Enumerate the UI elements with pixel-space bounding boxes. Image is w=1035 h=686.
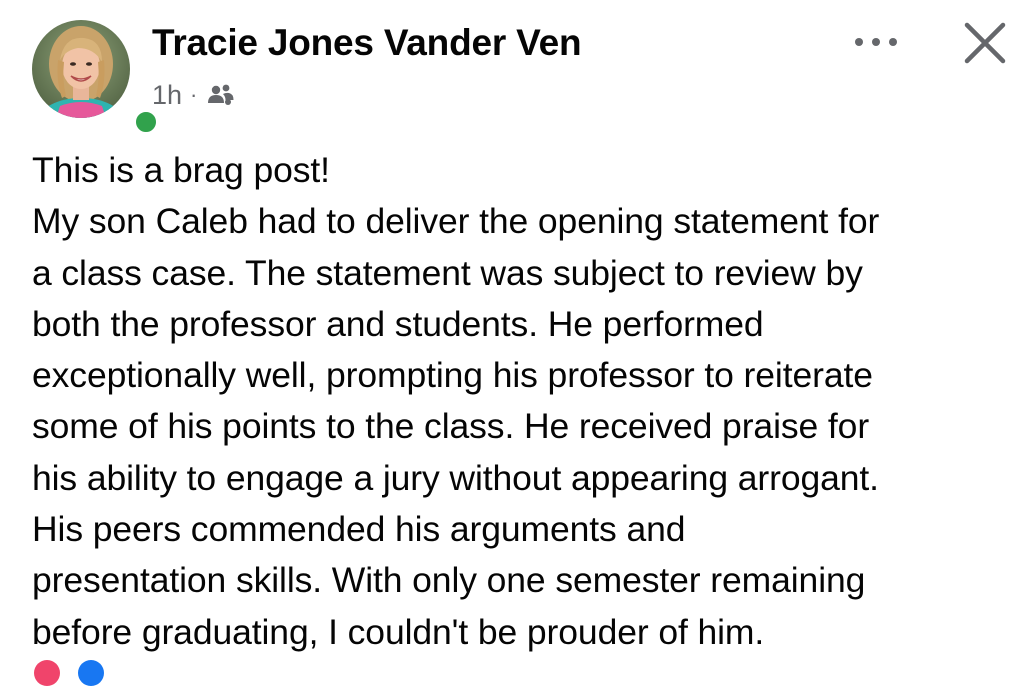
post-text-line: My son Caleb had to deliver the opening … bbox=[32, 201, 880, 242]
online-status-indicator bbox=[132, 108, 160, 136]
post-meta: 1h · bbox=[152, 78, 235, 112]
post-timestamp[interactable]: 1h bbox=[152, 80, 182, 111]
post-text-line: a class case. The statement was subject … bbox=[32, 252, 863, 293]
post-text-line: This is a brag post! bbox=[32, 150, 330, 190]
love-reaction-icon bbox=[34, 660, 60, 686]
author-avatar[interactable] bbox=[32, 20, 160, 136]
post-text-line: before graduating, I couldn't be prouder… bbox=[32, 611, 765, 652]
more-options-button[interactable] bbox=[846, 22, 906, 62]
post-text-line: exceptionally well, prompting his profes… bbox=[32, 355, 873, 396]
facebook-post: Tracie Jones Vander Ven 1h · This is a b… bbox=[0, 0, 1035, 686]
close-icon bbox=[964, 22, 1006, 64]
post-body-text: This is a brag post! My son Caleb had to… bbox=[32, 145, 1022, 658]
post-text-line: his ability to engage a jury without app… bbox=[32, 457, 879, 498]
close-post-button[interactable] bbox=[958, 16, 1012, 70]
avatar-photo bbox=[32, 20, 130, 118]
post-text-line: His peers commended his arguments and bbox=[32, 509, 686, 550]
post-text-line: both the professor and students. He perf… bbox=[32, 303, 764, 344]
post-text-line: some of his points to the class. He rece… bbox=[32, 406, 870, 447]
author-name[interactable]: Tracie Jones Vander Ven bbox=[152, 22, 582, 64]
meta-separator: · bbox=[190, 82, 198, 107]
friends-icon[interactable] bbox=[205, 83, 235, 107]
more-horizontal-icon bbox=[855, 38, 897, 46]
like-reaction-icon bbox=[78, 660, 104, 686]
post-text-line: presentation skills. With only one semes… bbox=[32, 560, 866, 601]
